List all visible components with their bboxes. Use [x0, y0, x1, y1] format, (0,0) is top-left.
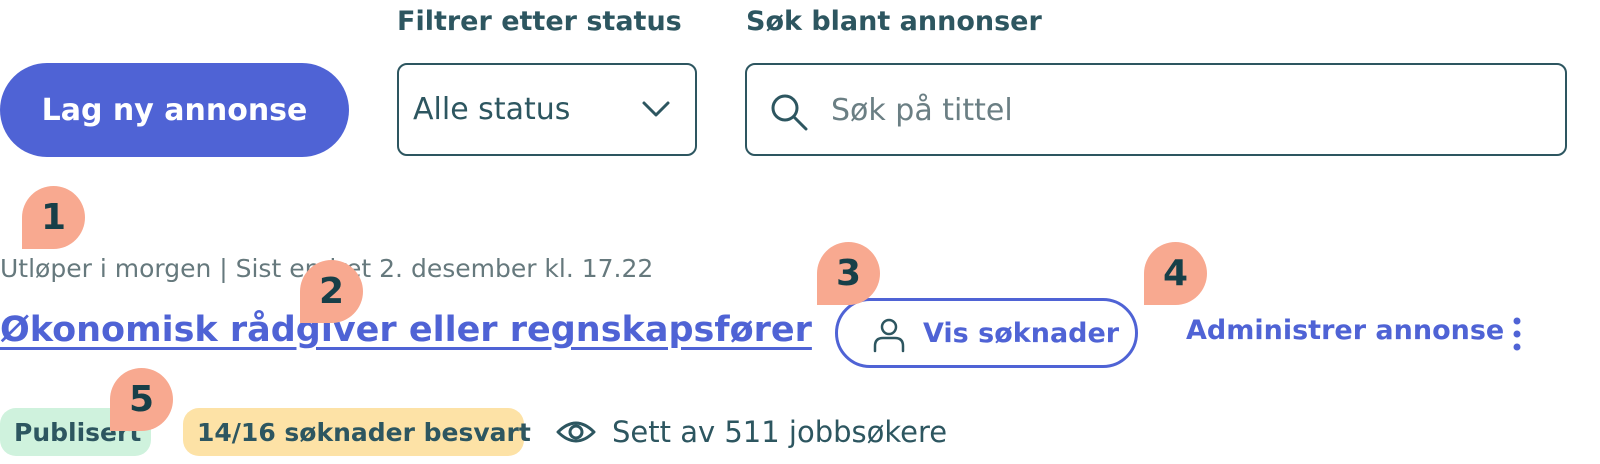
status-filter-select[interactable]: Alle status: [397, 63, 697, 156]
marker-3: 3: [817, 242, 880, 305]
applications-answered-badge: 14/16 søknader besvart: [183, 408, 531, 456]
create-ad-button[interactable]: Lag ny annonse: [0, 63, 349, 157]
person-icon: [873, 318, 905, 353]
marker-4: 4: [1144, 242, 1207, 305]
views-info: Sett av 511 jobbsøkere: [556, 410, 947, 454]
view-applications-button[interactable]: Vis søknader: [835, 298, 1138, 368]
eye-icon: [556, 421, 596, 443]
status-filter-label: Filtrer etter status: [397, 6, 682, 37]
more-vertical-icon: [1513, 317, 1521, 351]
marker-5: 5: [110, 368, 173, 431]
search-field[interactable]: [745, 63, 1567, 156]
search-icon: [771, 94, 808, 131]
status-filter-value: Alle status: [413, 92, 571, 127]
view-applications-label: Vis søknader: [923, 318, 1120, 349]
marker-2: 2: [300, 260, 363, 323]
views-count-text: Sett av 511 jobbsøkere: [612, 415, 948, 449]
manage-ad-link[interactable]: Administrer annonse: [1186, 315, 1504, 346]
chevron-down-icon: [642, 101, 670, 117]
listing-title-link[interactable]: Økonomisk rådgiver eller regnskapsfører: [0, 310, 812, 350]
search-input[interactable]: [831, 83, 1531, 137]
more-options-button[interactable]: [1504, 316, 1530, 352]
search-label: Søk blant annonser: [746, 6, 1042, 37]
marker-1: 1: [22, 186, 85, 249]
